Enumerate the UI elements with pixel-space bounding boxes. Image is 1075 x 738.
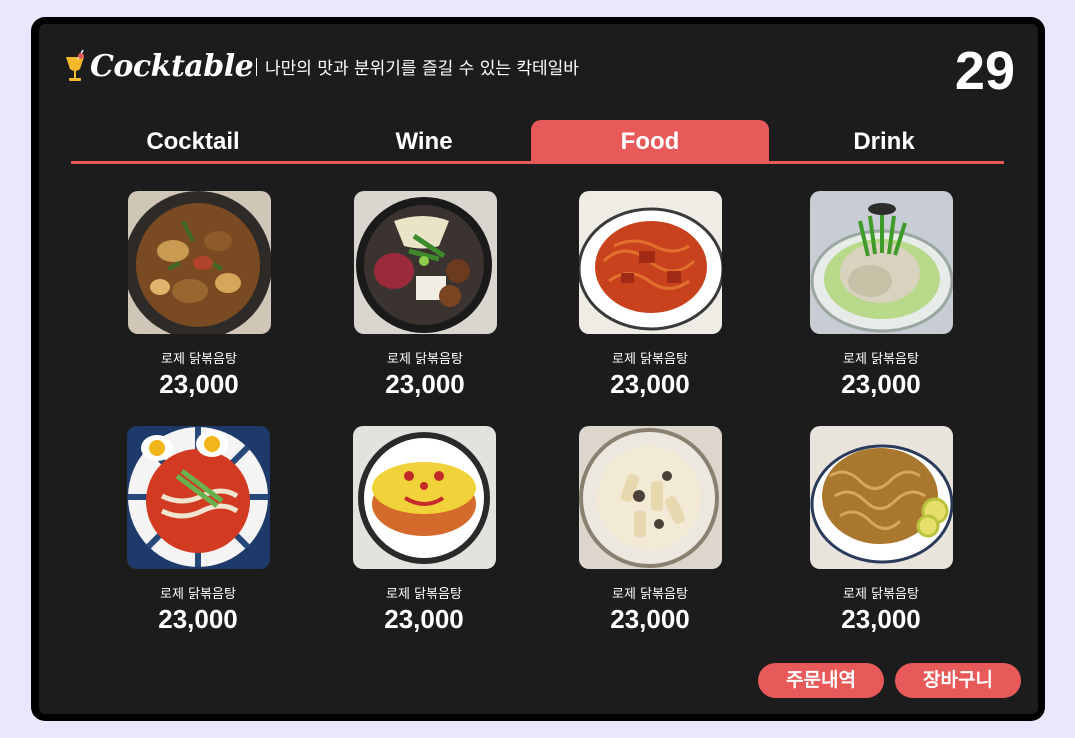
menu-item[interactable]: 로제 닭볶음탕 23,000 [560,191,740,400]
chicken-soup-photo [809,191,953,334]
tagline-text: 나만의 맛과 분위기를 즐길 수 있는 칵테일바 [265,59,579,79]
item-name: 로제 닭볶음탕 [612,352,688,367]
menu-item[interactable]: 로제 닭볶음탕 23,000 [108,426,288,635]
item-price: 23,000 [841,369,921,399]
cocktail-glass-icon [66,49,84,81]
divider [256,57,257,76]
tab-underline [71,161,1004,164]
order-history-button[interactable]: 주문내역 [758,663,884,698]
cart-button[interactable]: 장바구니 [895,663,1021,698]
tab-food[interactable]: Food [531,120,769,162]
item-name: 로제 닭볶음탕 [843,587,919,602]
category-tabs: Cocktail Wine Food Drink [71,120,1004,162]
item-name: 로제 닭볶음탕 [843,352,919,367]
item-price: 23,000 [610,604,690,634]
omurice-pasta-photo [352,426,496,569]
item-price: 23,000 [385,369,465,399]
menu-item[interactable]: 로제 닭볶음탕 23,000 [334,426,514,635]
logo: Cocktable [64,46,254,86]
tab-cocktail[interactable]: Cocktail [71,120,315,162]
item-price: 23,000 [158,604,238,634]
hotpot-photo [353,191,497,334]
menu-item[interactable]: 로제 닭볶음탕 23,000 [560,426,740,635]
menu-item[interactable]: 로제 닭볶음탕 23,000 [791,191,971,400]
tagline: 나만의 맛과 분위기를 즐길 수 있는 칵테일바 [256,54,579,79]
tab-drink[interactable]: Drink [769,120,999,162]
item-price: 23,000 [384,604,464,634]
menu-item[interactable]: 로제 닭볶음탕 23,000 [109,191,289,400]
logo-text: Cocktable [90,48,254,84]
tab-wine[interactable]: Wine [307,120,541,162]
item-name: 로제 닭볶음탕 [387,352,463,367]
item-price: 23,000 [610,369,690,399]
item-name: 로제 닭볶음탕 [161,352,237,367]
menu-item[interactable]: 로제 닭볶음탕 23,000 [791,426,971,635]
item-name: 로제 닭볶음탕 [386,587,462,602]
table-number: 29 [954,41,1015,101]
menu-item[interactable]: 로제 닭볶음탕 23,000 [335,191,515,400]
item-name: 로제 닭볶음탕 [160,587,236,602]
item-name: 로제 닭볶음탕 [612,587,688,602]
spicy-noodles-photo [126,426,270,569]
spicy-pasta-photo [578,191,722,334]
cream-pasta-photo [578,426,722,569]
item-price: 23,000 [159,369,239,399]
braised-chicken-photo [127,191,271,334]
item-price: 23,000 [841,604,921,634]
fried-dish-photo [809,426,953,569]
